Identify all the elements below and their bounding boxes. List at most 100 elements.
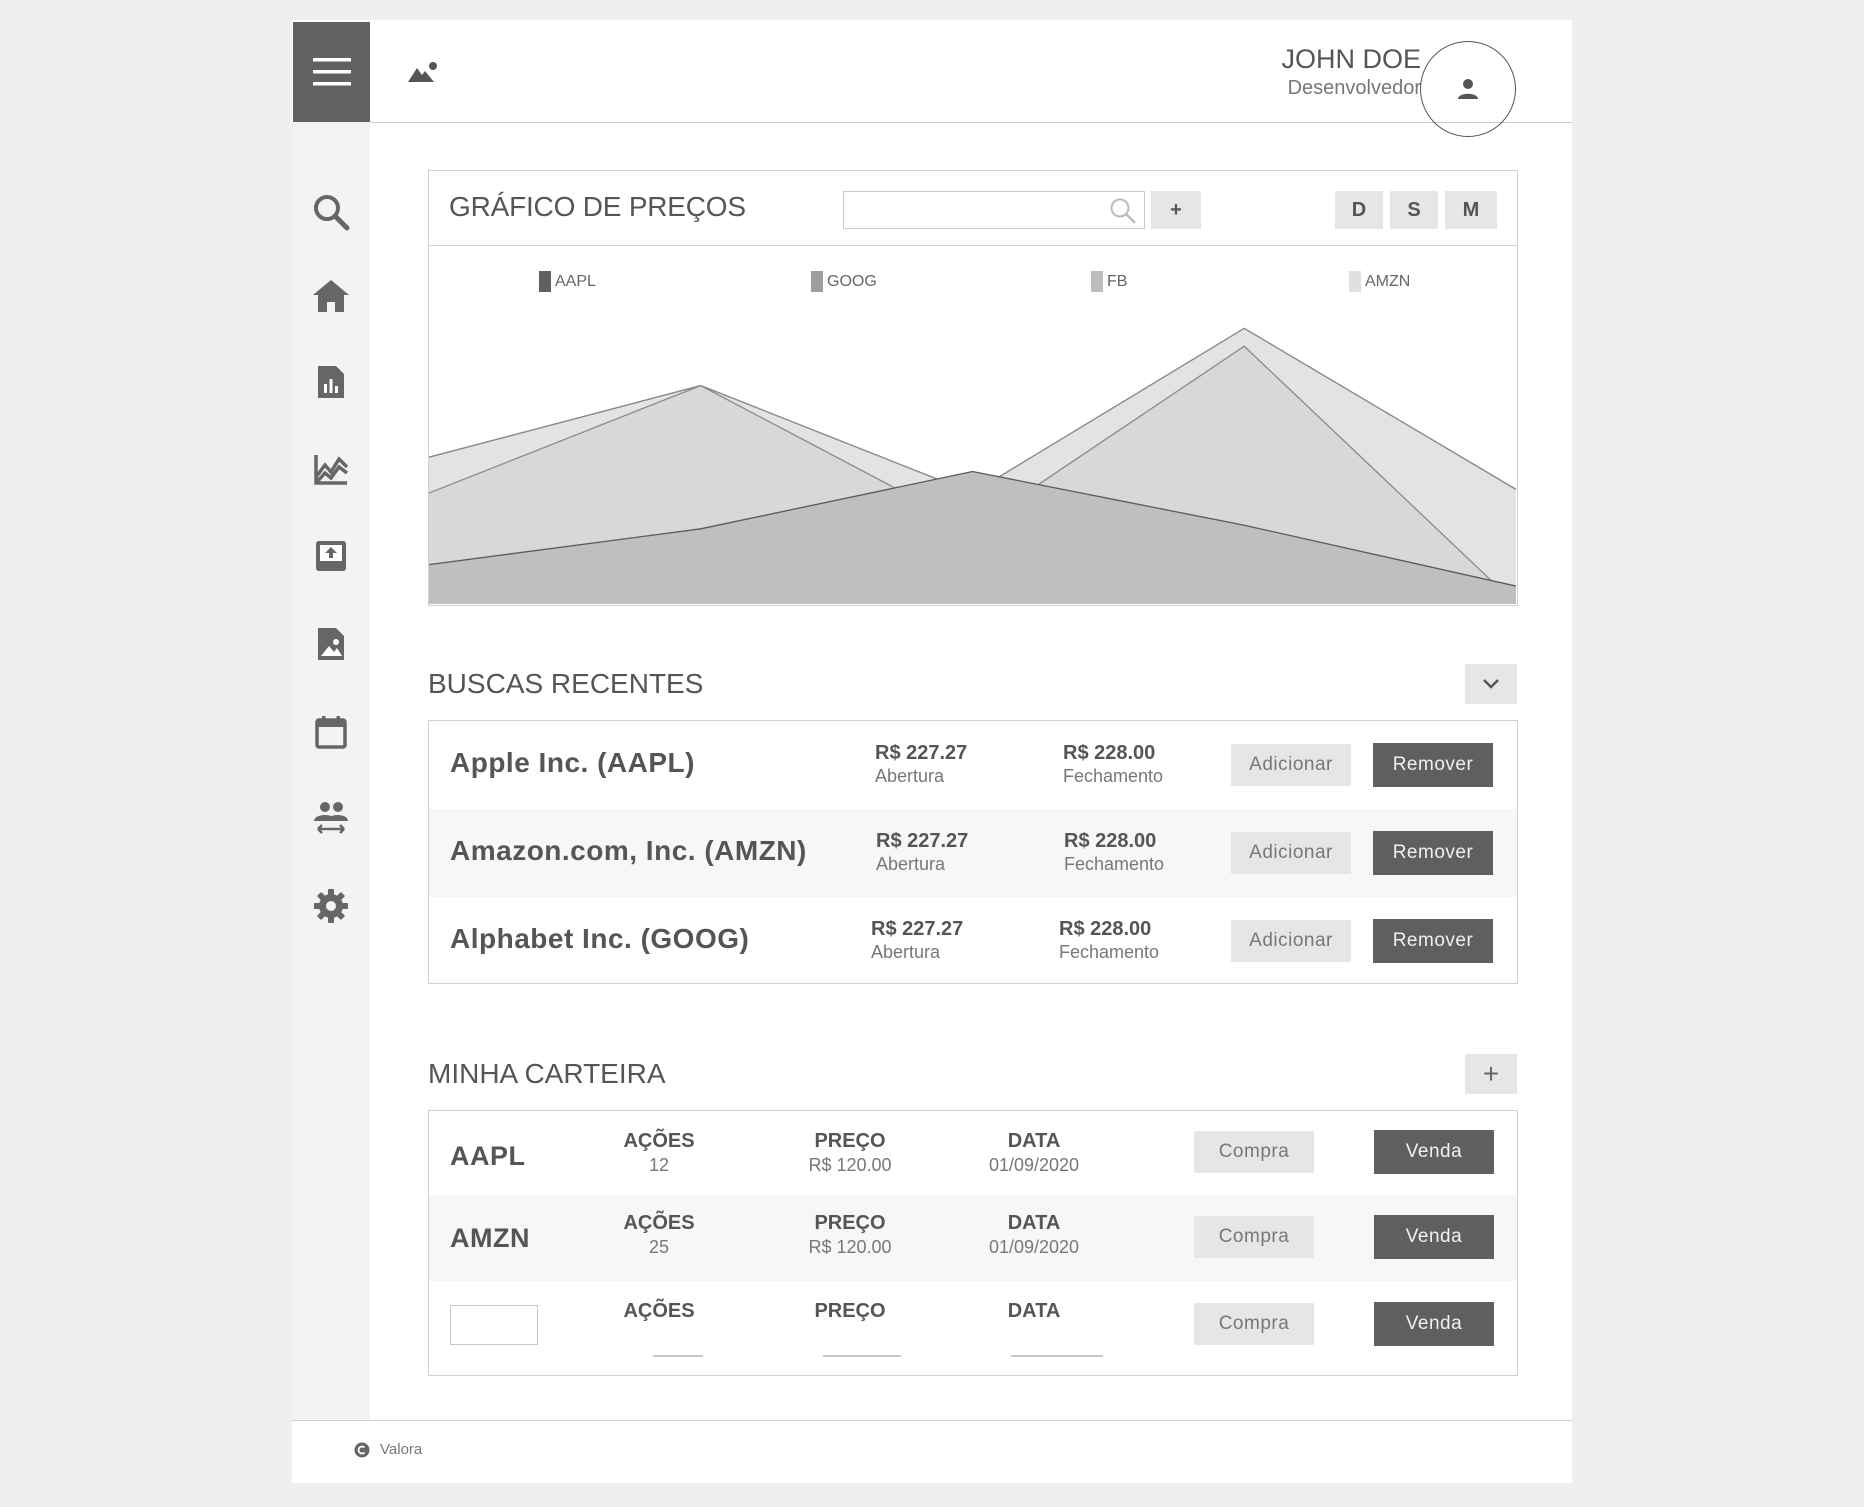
date-column: DATA 01/09/2020 — [979, 1129, 1089, 1177]
search-icon — [1110, 198, 1136, 224]
price-area-chart — [429, 327, 1516, 604]
open-price-label: Abertura — [876, 854, 946, 874]
date-header: DATA — [1007, 1130, 1061, 1152]
price-input-line[interactable] — [823, 1355, 901, 1357]
period-month-button[interactable]: M — [1445, 191, 1497, 229]
app-frame: JOHN DOE Desenvolvedor GRÁFICO DE PREÇOS… — [292, 20, 1572, 1483]
close-price-label: Fechamento — [1059, 942, 1160, 962]
buy-button[interactable]: Compra — [1194, 1131, 1314, 1173]
company-name: Apple Inc. (AAPL) — [450, 747, 695, 778]
user-info: JOHN DOE Desenvolvedor — [1281, 42, 1421, 100]
ticker-search-input[interactable] — [850, 192, 1104, 226]
price-header: PREÇO — [814, 1130, 886, 1152]
portfolio-title: MINHA CARTEIRA — [428, 1058, 666, 1089]
list-item[interactable]: Alphabet Inc. (GOOG) R$ 227.27 Abertura … — [429, 897, 1517, 985]
chevron-down-icon — [1483, 679, 1499, 689]
date-value: 01/09/2020 — [988, 1155, 1080, 1175]
copyright: Valora — [354, 1441, 422, 1458]
sidebar-item-settings[interactable] — [311, 886, 351, 926]
date-input-line[interactable] — [1011, 1355, 1103, 1357]
close-price-value: R$ 228.00 — [1064, 830, 1157, 852]
menu-button[interactable] — [293, 22, 370, 122]
close-price: R$ 228.00 Fechamento — [1063, 741, 1163, 787]
sidebar-item-search[interactable] — [311, 192, 351, 232]
company-name: Alphabet Inc. (GOOG) — [450, 923, 750, 954]
close-price-label: Fechamento — [1063, 766, 1164, 786]
user-role: Desenvolvedor — [1287, 77, 1421, 99]
date-value: 01/09/2020 — [988, 1237, 1080, 1257]
recent-searches-list: Apple Inc. (AAPL) R$ 227.27 Abertura R$ … — [428, 720, 1518, 984]
shares-input-line[interactable] — [653, 1355, 703, 1357]
add-button[interactable]: Adicionar — [1231, 832, 1351, 874]
sell-button[interactable]: Venda — [1374, 1302, 1494, 1346]
sidebar-item-analytics[interactable] — [311, 449, 351, 489]
remove-button[interactable]: Remover — [1373, 831, 1493, 875]
shares-header: AÇÕES — [623, 1300, 695, 1322]
new-entry-row: AÇÕES PREÇO DATA Compra Venda — [429, 1281, 1517, 1373]
price-column: PREÇO R$ 120.00 — [795, 1211, 905, 1259]
brand-name: Valora — [380, 1441, 423, 1458]
close-price-value: R$ 228.00 — [1059, 918, 1152, 940]
remove-button[interactable]: Remover — [1373, 743, 1493, 787]
chart-icon — [314, 455, 349, 485]
avatar[interactable] — [1420, 41, 1516, 137]
gear-icon — [314, 889, 348, 923]
sidebar — [292, 122, 370, 1422]
add-button[interactable]: Adicionar — [1231, 744, 1351, 786]
add-ticker-button[interactable]: + — [1151, 191, 1201, 229]
add-button[interactable]: Adicionar — [1231, 920, 1351, 962]
date-column: DATA 01/09/2020 — [979, 1211, 1089, 1259]
hamburger-icon — [312, 58, 351, 86]
sidebar-item-home[interactable] — [311, 276, 351, 316]
period-day-button[interactable]: D — [1335, 191, 1383, 229]
close-price-value: R$ 228.00 — [1063, 742, 1156, 764]
list-item[interactable]: Amazon.com, Inc. (AMZN) R$ 227.27 Abertu… — [429, 809, 1517, 897]
chart-title: GRÁFICO DE PREÇOS — [449, 191, 746, 222]
shares-column: AÇÕES — [619, 1299, 699, 1323]
list-item[interactable]: Apple Inc. (AAPL) R$ 227.27 Abertura R$ … — [429, 721, 1517, 809]
top-bar: JOHN DOE Desenvolvedor — [370, 22, 1572, 137]
open-price: R$ 227.27 Abertura — [871, 917, 963, 963]
close-price-label: Fechamento — [1064, 854, 1165, 874]
shares-header: AÇÕES — [623, 1212, 695, 1234]
sidebar-item-people[interactable] — [311, 798, 351, 838]
price-value: R$ 120.00 — [808, 1155, 892, 1175]
date-header: DATA — [1007, 1300, 1061, 1322]
open-price-label: Abertura — [871, 942, 941, 962]
open-price-value: R$ 227.27 — [871, 918, 964, 940]
sidebar-item-reports[interactable] — [311, 362, 351, 402]
close-price: R$ 228.00 Fechamento — [1064, 829, 1164, 875]
sidebar-item-calendar[interactable] — [311, 712, 351, 752]
buy-button[interactable]: Compra — [1194, 1303, 1314, 1345]
collapse-recent-button[interactable] — [1465, 664, 1517, 704]
date-column: DATA — [979, 1299, 1089, 1323]
price-column: PREÇO R$ 120.00 — [795, 1129, 905, 1177]
buy-button[interactable]: Compra — [1194, 1216, 1314, 1258]
sell-button[interactable]: Venda — [1374, 1215, 1494, 1259]
period-week-button[interactable]: S — [1390, 191, 1438, 229]
price-header: PREÇO — [814, 1300, 886, 1322]
new-ticker-input[interactable] — [450, 1305, 538, 1345]
upload-icon — [316, 541, 346, 571]
calendar-icon — [315, 716, 347, 749]
user-icon — [1458, 79, 1478, 99]
ticker-search-box — [843, 191, 1145, 229]
table-row: AMZN AÇÕES 25 PREÇO R$ 120.00 DATA 01/09… — [429, 1195, 1517, 1281]
home-icon — [313, 280, 349, 312]
sidebar-item-images[interactable] — [311, 624, 351, 664]
open-price-value: R$ 227.27 — [876, 830, 969, 852]
shares-value: 25 — [648, 1237, 670, 1257]
chart-header: GRÁFICO DE PREÇOS + D S M — [429, 171, 1517, 246]
date-header: DATA — [1007, 1212, 1061, 1234]
report-icon — [318, 366, 344, 398]
shares-column: AÇÕES 25 — [619, 1211, 699, 1259]
sidebar-item-upload[interactable] — [311, 536, 351, 576]
add-portfolio-button[interactable]: + — [1465, 1054, 1517, 1094]
close-price: R$ 228.00 Fechamento — [1059, 917, 1159, 963]
recent-searches-title: BUSCAS RECENTES — [428, 668, 704, 699]
user-name: JOHN DOE — [1281, 44, 1421, 74]
copyright-icon — [354, 1442, 370, 1457]
sell-button[interactable]: Venda — [1374, 1130, 1494, 1174]
logo-mountain-icon — [408, 60, 438, 89]
remove-button[interactable]: Remover — [1373, 919, 1493, 963]
